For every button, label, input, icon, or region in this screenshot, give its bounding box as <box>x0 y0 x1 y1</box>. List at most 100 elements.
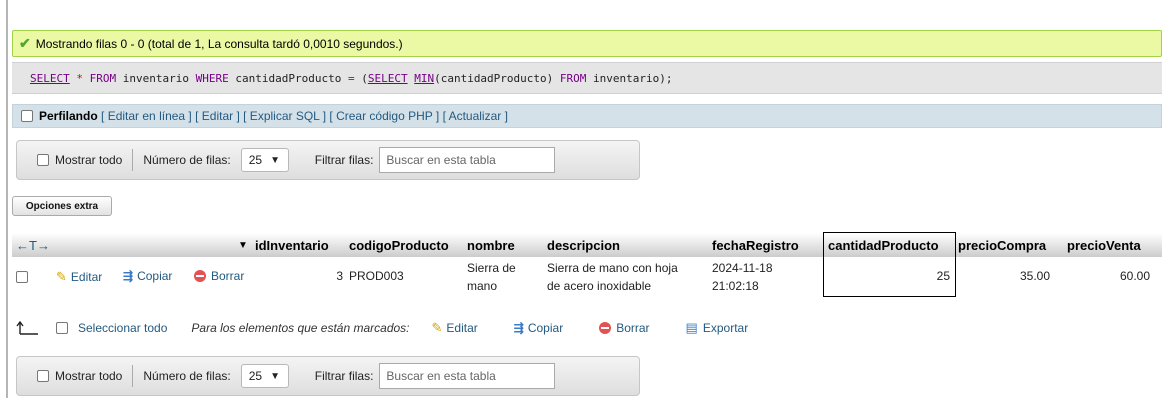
for-marked-label: Para los elementos que están marcados: <box>191 321 410 335</box>
rows-select[interactable]: 25 ▼ <box>240 364 289 388</box>
separator <box>132 149 134 171</box>
copy-icon: ⇶ <box>513 321 524 335</box>
sql-operator: = <box>347 71 355 85</box>
show-all-label[interactable]: Mostrar todo <box>55 153 122 167</box>
rows-value: 25 <box>248 153 263 167</box>
column-nombre[interactable]: nombre <box>467 233 515 257</box>
explain-sql-link[interactable]: [ Explicar SQL ] <box>243 109 326 123</box>
left-border <box>6 0 8 398</box>
cell-descripcion-line-1: Sierra de mano con hoja <box>547 261 678 275</box>
success-text: Mostrando filas 0 - 0 (total de 1, La co… <box>35 36 403 51</box>
table-header: ←T→ ▼ idInventario codigoProducto nombre… <box>12 233 1162 257</box>
row-delete-button[interactable]: Borrar <box>194 269 244 283</box>
profiling-bar: Perfilando [ Editar en línea ] [ Editar … <box>12 104 1162 128</box>
cell-nombre[interactable]: Sierra de mano <box>467 259 516 295</box>
cell-nombre-line-2: mano <box>467 279 498 293</box>
sql-text: inventario <box>116 71 196 85</box>
edit-link[interactable]: [ Editar ] <box>195 109 240 123</box>
create-php-link[interactable]: [ Crear código PHP ] <box>329 109 439 123</box>
show-all-checkbox[interactable] <box>37 154 49 166</box>
cell-descripcion[interactable]: Sierra de mano con hoja de acero inoxida… <box>547 259 678 295</box>
delete-icon <box>599 322 612 334</box>
filter-label: Filtrar filas: <box>314 369 374 383</box>
separator <box>132 365 134 387</box>
column-idinventario[interactable]: idInventario <box>255 233 329 257</box>
select-all-checkbox[interactable] <box>56 322 68 334</box>
cell-fecharegistro[interactable]: 2024-11-18 21:02:18 <box>712 259 773 295</box>
sql-keyword: FROM <box>89 71 117 85</box>
bottom-navigation-bar: Mostrar todo Número de filas: 25 ▼ Filtr… <box>16 356 640 396</box>
column-precioventa[interactable]: precioVenta <box>1067 233 1141 257</box>
top-navigation-bar: Mostrar todo Número de filas: 25 ▼ Filtr… <box>16 140 640 180</box>
table-row: ✎ Editar ⇶ Copiar Borrar 3 PROD003 Sierr… <box>12 257 1162 299</box>
show-all-label[interactable]: Mostrar todo <box>55 369 122 383</box>
filter-input[interactable]: Buscar en esta tabla <box>379 363 556 389</box>
sql-text: ( <box>354 71 368 85</box>
sql-keyword[interactable]: SELECT <box>368 72 408 85</box>
rows-value: 25 <box>248 369 263 383</box>
show-all-checkbox[interactable] <box>37 370 49 382</box>
row-edit-label: Editar <box>70 270 103 284</box>
bulk-edit-button[interactable]: ✎ Editar <box>432 320 478 336</box>
rows-label: Número de filas: <box>143 369 231 383</box>
select-all-label[interactable]: Seleccionar todo <box>78 321 167 335</box>
chevron-down-icon: ▼ <box>270 370 280 382</box>
sql-function[interactable]: MIN <box>414 72 434 85</box>
bulk-delete-label: Borrar <box>616 321 650 335</box>
pencil-icon: ✎ <box>431 320 443 335</box>
delete-icon <box>194 270 206 282</box>
sql-operator: * <box>69 71 90 85</box>
column-fecharegistro[interactable]: fechaRegistro <box>712 233 799 257</box>
refresh-link[interactable]: [ Actualizar ] <box>443 109 508 123</box>
cell-nombre-line-1: Sierra de <box>467 261 516 275</box>
export-icon: ▤ <box>685 320 698 335</box>
cell-codigoproducto[interactable]: PROD003 <box>349 269 404 283</box>
sql-text: (cantidadProducto) <box>434 71 560 85</box>
copy-icon: ⇶ <box>123 269 134 283</box>
profiling-checkbox[interactable] <box>21 110 33 122</box>
rows-label: Número de filas: <box>143 153 231 167</box>
sql-keyword[interactable]: SELECT <box>30 72 70 85</box>
row-edit-button[interactable]: ✎ Editar <box>56 269 102 285</box>
cell-preciocompra[interactable]: 35.00 <box>992 269 1050 283</box>
pencil-icon: ✎ <box>56 269 67 284</box>
row-delete-label: Borrar <box>211 269 245 283</box>
arrow-up-icon <box>16 321 38 335</box>
sql-text: cantidadProducto <box>228 71 348 85</box>
row-copy-button[interactable]: ⇶ Copiar <box>123 269 172 283</box>
rows-select[interactable]: 25 ▼ <box>240 148 289 172</box>
chevron-down-icon: ▼ <box>270 154 280 166</box>
sql-text: inventario); <box>586 71 673 85</box>
cell-fecha-line-1: 2024-11-18 <box>712 261 773 275</box>
cell-precioventa[interactable]: 60.00 <box>1092 269 1150 283</box>
filter-input[interactable]: Buscar en esta tabla <box>379 147 556 173</box>
column-codigoproducto[interactable]: codigoProducto <box>349 233 449 257</box>
sort-icon[interactable]: ▼ <box>238 233 248 257</box>
column-arrows-icon[interactable]: ←T→ <box>16 233 50 257</box>
row-copy-label: Copiar <box>137 269 173 283</box>
bulk-edit-label: Editar <box>446 321 478 335</box>
bulk-copy-label: Copiar <box>527 321 564 335</box>
column-preciocompra[interactable]: precioCompra <box>958 233 1046 257</box>
sql-keyword: FROM <box>559 71 587 85</box>
edit-inline-link[interactable]: [ Editar en línea ] <box>101 109 192 123</box>
selected-column-highlight <box>823 232 956 297</box>
cell-fecha-line-2: 21:02:18 <box>712 279 759 293</box>
sql-query[interactable]: SELECT * FROM inventario WHERE cantidadP… <box>12 62 1162 94</box>
bulk-export-button[interactable]: ▤ Exportar <box>686 320 749 336</box>
bulk-delete-button[interactable]: Borrar <box>599 321 650 335</box>
bulk-export-label: Exportar <box>702 321 749 335</box>
cell-descripcion-line-2: de acero inoxidable <box>547 279 652 293</box>
filter-label: Filtrar filas: <box>314 153 374 167</box>
bulk-copy-button[interactable]: ⇶ Copiar <box>514 321 563 335</box>
row-checkbox[interactable] <box>16 271 28 283</box>
profiling-label: Perfilando <box>39 109 98 123</box>
extra-options-button[interactable]: Opciones extra <box>12 196 112 216</box>
checkmark-icon: ✔ <box>19 35 31 51</box>
cell-idinventario[interactable]: 3 <box>312 269 343 283</box>
column-descripcion[interactable]: descripcion <box>547 233 620 257</box>
bulk-actions-bar: Seleccionar todo Para los elementos que … <box>12 318 832 338</box>
success-message: ✔ Mostrando filas 0 - 0 (total de 1, La … <box>12 30 1162 57</box>
sql-keyword: WHERE <box>195 71 229 85</box>
